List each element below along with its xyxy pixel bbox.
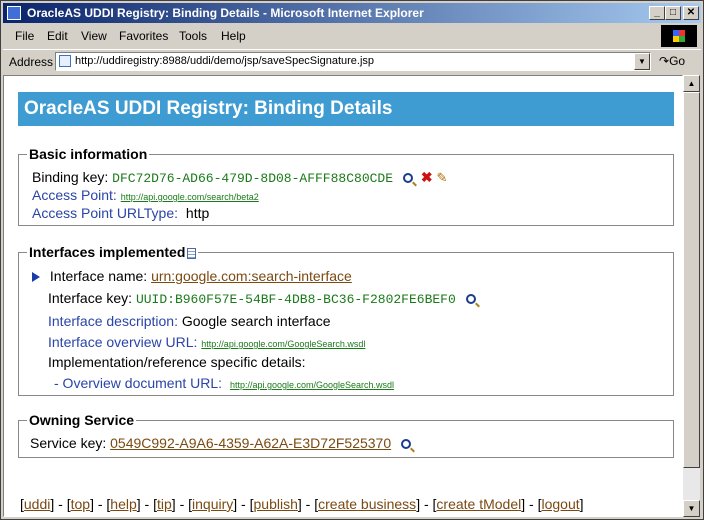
- window-title: OracleAS UDDI Registry: Binding Details …: [27, 6, 424, 20]
- address-bar: Address http://uddiregistry:8988/uddi/de…: [3, 49, 701, 74]
- document-icon[interactable]: [187, 247, 197, 259]
- close-button[interactable]: ✕: [683, 6, 699, 20]
- access-point-link[interactable]: http://api.google.com/search/beta2: [121, 192, 259, 202]
- maximize-button[interactable]: □: [665, 6, 681, 20]
- nav-top[interactable]: top: [71, 496, 90, 512]
- menu-favorites[interactable]: Favorites: [119, 29, 168, 43]
- footer-nav: [uddi] - [top] - [help] - [tip] - [inqui…: [20, 496, 584, 512]
- interface-overview-label: Interface overview URL:: [48, 334, 198, 350]
- interface-key-value: UUID:B960F57E-54BF-4DB8-BC36-F2802FE6BEF…: [135, 292, 456, 307]
- nav-create-tmodel[interactable]: create tModel: [436, 496, 521, 512]
- go-label: Go: [669, 54, 686, 68]
- nav-inquiry[interactable]: inquiry: [192, 496, 233, 512]
- basic-info-legend: Basic information: [29, 146, 148, 162]
- page-content: OracleAS UDDI Registry: Binding Details …: [3, 75, 683, 517]
- ie-page-icon: [7, 6, 21, 20]
- menu-tools[interactable]: Tools: [179, 29, 207, 43]
- owning-service-legend: Owning Service: [29, 412, 135, 428]
- interfaces-legend-wrap: Interfaces implemented: [27, 244, 198, 260]
- nav-publish[interactable]: publish: [254, 496, 298, 512]
- page-title: OracleAS UDDI Registry: Binding Details: [18, 92, 674, 126]
- expand-triangle-icon[interactable]: [32, 272, 40, 283]
- interface-name-link[interactable]: urn:google.com:search-interface: [151, 268, 352, 284]
- interfaces-legend: Interfaces implemented: [29, 244, 186, 260]
- windows-logo-icon: [661, 25, 697, 47]
- interface-name-label: Interface name:: [49, 268, 148, 284]
- service-key-link[interactable]: 0549C992-A9A6-4359-A62A-E3D72F525370: [110, 435, 391, 451]
- menu-file[interactable]: File: [15, 29, 34, 43]
- impl-details-label: Implementation/reference specific detail…: [48, 354, 306, 370]
- address-url: http://uddiregistry:8988/uddi/demo/jsp/s…: [75, 55, 375, 67]
- interface-desc-label: Interface description:: [48, 313, 178, 329]
- search-icon[interactable]: [465, 294, 476, 305]
- menu-view[interactable]: View: [81, 29, 107, 43]
- interface-desc-value: Google search interface: [181, 313, 331, 329]
- scroll-thumb[interactable]: [683, 92, 700, 468]
- access-point-label: Access Point:: [32, 187, 117, 203]
- scroll-down-button[interactable]: ▼: [683, 500, 700, 517]
- nav-help[interactable]: help: [110, 496, 136, 512]
- delete-icon[interactable]: ✖: [421, 169, 433, 185]
- search-icon[interactable]: [402, 173, 413, 184]
- overview-doc-label: - Overview document URL:: [54, 375, 223, 391]
- overview-doc-link[interactable]: http://api.google.com/GoogleSearch.wsdl: [230, 380, 394, 390]
- browser-window: OracleAS UDDI Registry: Binding Details …: [0, 0, 704, 520]
- address-label: Address: [9, 55, 54, 69]
- page-icon: [59, 55, 71, 67]
- url-type-value: http: [185, 205, 210, 221]
- go-arrow-icon: ↷: [659, 54, 670, 68]
- menu-bar: File Edit View Favorites Tools Help: [3, 25, 701, 47]
- binding-key-value: DFC72D76-AD66-479D-8D08-AFFF88C80CDE: [112, 171, 394, 186]
- address-dropdown-button[interactable]: ▼: [634, 53, 650, 70]
- menu-help[interactable]: Help: [221, 29, 246, 43]
- title-bar: OracleAS UDDI Registry: Binding Details …: [3, 3, 701, 23]
- nav-tip[interactable]: tip: [157, 496, 172, 512]
- search-icon[interactable]: [401, 439, 412, 450]
- nav-uddi[interactable]: uddi: [24, 496, 50, 512]
- go-button[interactable]: ↷Go: [659, 54, 685, 68]
- edit-icon[interactable]: ✎: [436, 170, 447, 185]
- interface-overview-link[interactable]: http://api.google.com/GoogleSearch.wsdl: [201, 339, 365, 349]
- binding-key-label: Binding key:: [32, 169, 109, 185]
- nav-create-business[interactable]: create business: [318, 496, 416, 512]
- service-key-label: Service key:: [30, 435, 107, 451]
- vertical-scrollbar[interactable]: ▲ ▼: [683, 75, 700, 517]
- minimize-button[interactable]: _: [649, 6, 665, 20]
- interface-key-label: Interface key:: [48, 290, 133, 306]
- nav-logout[interactable]: logout: [541, 496, 579, 512]
- menu-edit[interactable]: Edit: [47, 29, 68, 43]
- address-input[interactable]: http://uddiregistry:8988/uddi/demo/jsp/s…: [55, 52, 651, 71]
- url-type-label: Access Point URLType:: [32, 205, 179, 221]
- scroll-up-button[interactable]: ▲: [683, 75, 700, 92]
